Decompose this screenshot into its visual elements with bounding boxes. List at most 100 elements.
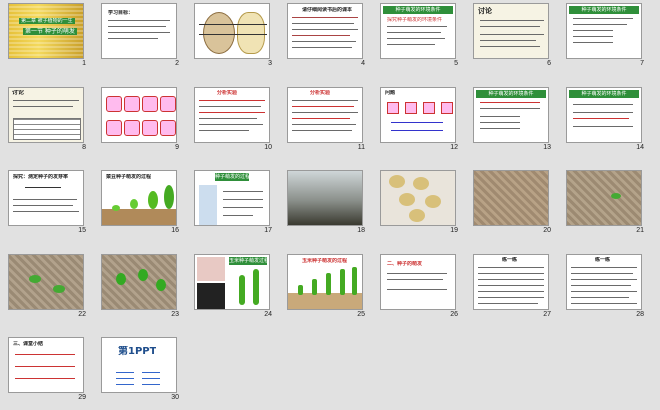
seedling-photo: [101, 254, 177, 310]
slide-title: 学习目标：: [108, 10, 134, 16]
slide-number: 5: [454, 60, 458, 67]
slide-thumb-2[interactable]: 学习目标： 2: [101, 3, 181, 68]
slide-thumb-5[interactable]: 种子萌发的环境条件 探究种子萌发的环境条件 5: [380, 3, 460, 68]
slide-thumb-20[interactable]: 20: [473, 170, 553, 235]
slide-number: 17: [264, 227, 272, 234]
slide-title: 请仔细阅读书后的课本: [302, 7, 353, 13]
slide-thumb-28[interactable]: 练一练 28: [566, 254, 646, 319]
sprout-photo: [566, 170, 642, 226]
slide-title: 探究：测定种子的发芽率: [13, 174, 69, 180]
slide-number: 21: [636, 227, 644, 234]
slide-thumb-11[interactable]: 分析实验 11: [287, 87, 367, 152]
slide-thumb-30[interactable]: 第1PPT 30: [101, 337, 181, 402]
jar-icon: [142, 120, 158, 136]
slide-thumb-17[interactable]: 种子萌发的过程 17: [194, 170, 274, 235]
slide-thumb-1[interactable]: 第二章 被子植物的一生 第一节 种子的萌发 1: [8, 3, 88, 68]
soil: [288, 293, 362, 309]
slide-number: 18: [357, 227, 365, 234]
seed-photo: [197, 257, 225, 281]
slide-number: 3: [268, 60, 272, 67]
slide-thumb-23[interactable]: 23: [101, 254, 181, 319]
slide-title: 玉米种子萌发的过程: [302, 258, 348, 264]
slide-thumb-24[interactable]: 玉米种子萌发过程 24: [194, 254, 274, 319]
brand-logo: 第1PPT: [118, 346, 157, 357]
slide-number: 9: [175, 144, 179, 151]
slide-number: 6: [547, 60, 551, 67]
slide-title: 二、种子的萌发: [387, 261, 423, 267]
slide-title: 练一练: [595, 257, 611, 263]
slide-thumb-19[interactable]: 19: [380, 170, 460, 235]
field-photo: [287, 170, 363, 226]
slide-title: 问题: [385, 90, 396, 96]
slide-thumb-6[interactable]: 讨论 6: [473, 3, 553, 68]
jar-icon: [106, 120, 122, 136]
sprout-photo: [8, 254, 84, 310]
slide-grid: 第二章 被子植物的一生 第一节 种子的萌发 1 学习目标： 2 3 请仔细阅读书…: [8, 3, 656, 407]
seed-photo: [197, 283, 225, 309]
slide-thumb-29[interactable]: 三、课堂小结 29: [8, 337, 88, 402]
slide-number: 20: [543, 227, 551, 234]
slide-number: 29: [78, 394, 86, 401]
slide-number: 7: [640, 60, 644, 67]
slide-number: 4: [361, 60, 365, 67]
slide-thumb-4[interactable]: 请仔细阅读书后的课本 4: [287, 3, 367, 68]
slide-title: 种子萌发的环境条件: [476, 90, 546, 98]
slide-number: 12: [450, 144, 458, 151]
jar-icon: [142, 96, 158, 112]
slide-thumb-16[interactable]: 菜豆种子萌发的过程 16: [101, 170, 181, 235]
slide-number: 8: [82, 144, 86, 151]
slide-title: 练一练: [502, 257, 518, 263]
slide-number: 14: [636, 144, 644, 151]
slide-thumb-13[interactable]: 种子萌发的环境条件 13: [473, 87, 553, 152]
slide-thumb-12[interactable]: 问题 12: [380, 87, 460, 152]
slide-title: 玉米种子萌发过程: [229, 257, 267, 265]
slide-title: 种子萌发的过程: [215, 173, 249, 181]
slide-thumb-27[interactable]: 练一练 27: [473, 254, 553, 319]
jar-icon: [160, 120, 176, 136]
slide-title: 分析实验: [217, 90, 238, 96]
slide-number: 28: [636, 311, 644, 318]
jar-icon: [160, 96, 176, 112]
slide-thumb-10[interactable]: 分析实验 10: [194, 87, 274, 152]
slide-thumb-25[interactable]: 玉米种子萌发的过程 25: [287, 254, 367, 319]
corn-seed-image: [237, 12, 265, 54]
slide-title: 讨论: [12, 90, 25, 96]
slide-thumb-8[interactable]: 讨论 8: [8, 87, 88, 152]
slide-number: 25: [357, 311, 365, 318]
slide-thumb-18[interactable]: 18: [287, 170, 367, 235]
slide-number: 24: [264, 311, 272, 318]
slide-thumb-21[interactable]: 21: [566, 170, 646, 235]
slide-thumb-14[interactable]: 种子萌发的环境条件 14: [566, 87, 646, 152]
slide-thumb-7[interactable]: 种子萌发的环境条件 7: [566, 3, 646, 68]
slide-thumb-9[interactable]: 9: [101, 87, 181, 152]
slide-title: 第二章 被子植物的一生: [19, 18, 75, 24]
slide-title: 分析实验: [310, 90, 331, 96]
slide-number: 30: [171, 394, 179, 401]
jar-icon: [124, 120, 140, 136]
slide-title: 种子萌发的环境条件: [569, 6, 639, 14]
slide-subtitle: 第一节 种子的萌发: [23, 28, 77, 35]
seedling-image: [199, 185, 217, 225]
slide-number: 27: [543, 311, 551, 318]
slide-title: 讨论: [478, 7, 492, 15]
slide-subtitle: 探究种子萌发的环境条件: [387, 17, 443, 23]
slide-number: 10: [264, 144, 272, 151]
soybean-photo: [380, 170, 456, 226]
jar-icon: [106, 96, 122, 112]
data-table: [13, 118, 81, 140]
slide-number: 26: [450, 311, 458, 318]
slide-number: 15: [78, 227, 86, 234]
slide-number: 23: [171, 311, 179, 318]
slide-number: 16: [171, 227, 179, 234]
slide-thumb-26[interactable]: 二、种子的萌发 26: [380, 254, 460, 319]
slide-title: 菜豆种子萌发的过程: [106, 174, 152, 180]
slide-number: 11: [357, 144, 365, 151]
slide-thumb-3[interactable]: 3: [194, 3, 274, 68]
slide-number: 19: [450, 227, 458, 234]
slide-thumb-22[interactable]: 22: [8, 254, 88, 319]
slide-number: 2: [175, 60, 179, 67]
slide-thumb-15[interactable]: 探究：测定种子的发芽率 15: [8, 170, 88, 235]
soil-photo: [473, 170, 549, 226]
slide-title: 种子萌发的环境条件: [383, 6, 453, 14]
slide-number: 22: [78, 311, 86, 318]
